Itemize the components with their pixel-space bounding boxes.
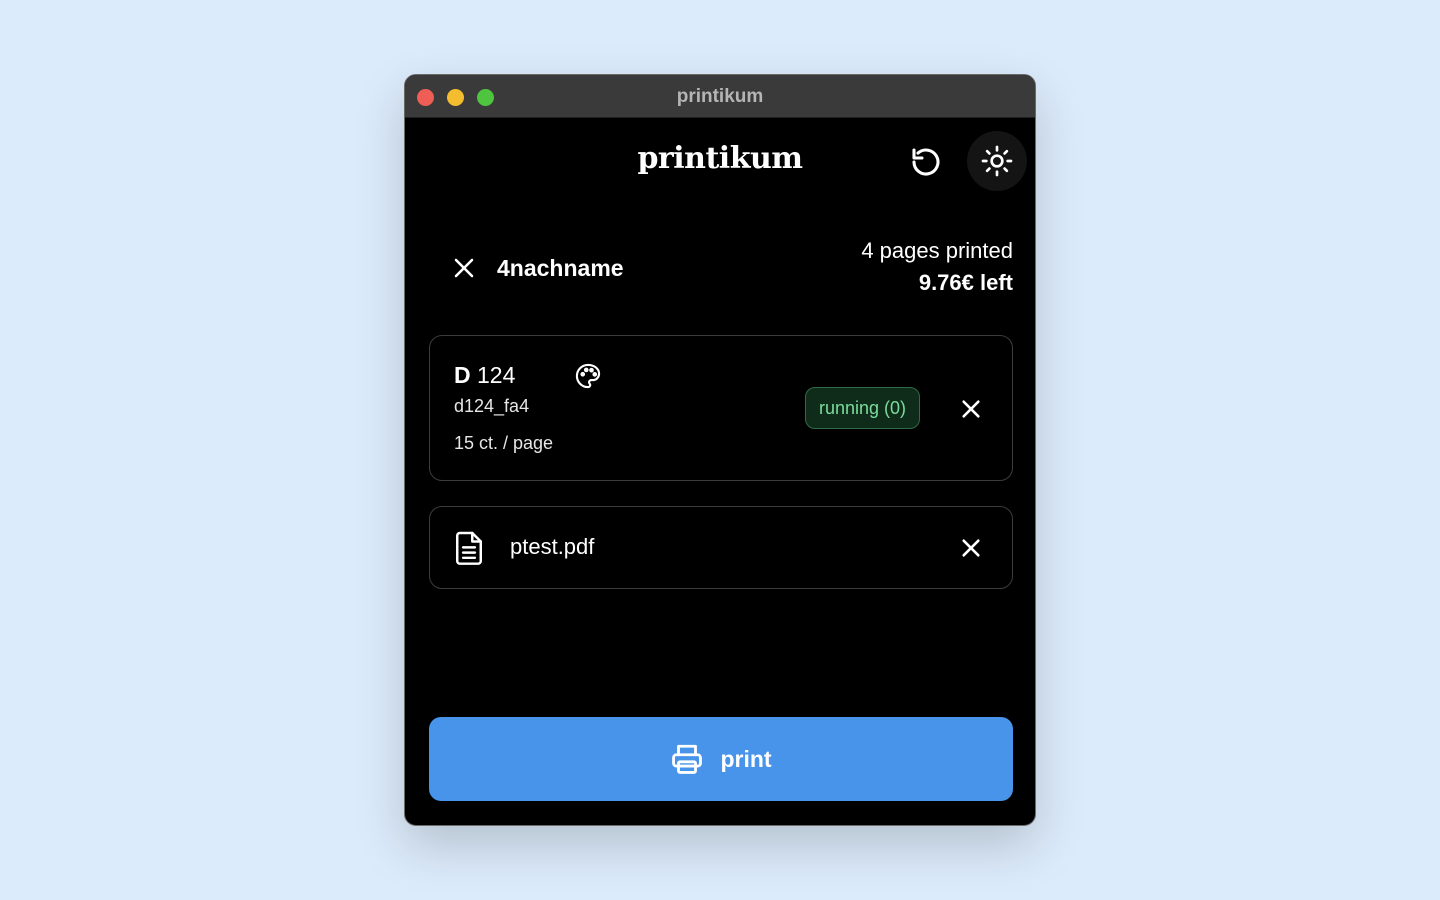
close-icon: [454, 258, 474, 278]
print-button[interactable]: print: [429, 717, 1013, 801]
remove-file-button[interactable]: [954, 531, 988, 565]
reload-button[interactable]: [903, 139, 949, 185]
title-bar: printikum: [405, 75, 1035, 118]
printer-name-prefix: D: [454, 362, 471, 388]
account-stats: 4 pages printed 9.76€ left: [861, 235, 1013, 299]
printer-card[interactable]: D 124 d124_fa4 15 ct. / page running (0): [429, 335, 1013, 481]
status-badge: running (0): [805, 387, 921, 429]
reload-icon: [912, 148, 940, 176]
printer-icon: [672, 744, 703, 774]
theme-toggle-button[interactable]: [967, 131, 1027, 191]
printer-name: D 124: [454, 362, 515, 389]
file-name: ptest.pdf: [510, 534, 595, 559]
sun-icon: [981, 145, 1013, 177]
balance: 9.76€ left: [918, 270, 1013, 295]
logout-button[interactable]: [449, 253, 479, 283]
app-window: printikum printikum 4nachname 4 pages pr…: [404, 74, 1036, 826]
file-text-icon: [455, 531, 483, 565]
printer-price: 15 ct. / page: [454, 433, 554, 453]
close-icon: [962, 400, 980, 418]
remove-printer-button[interactable]: [954, 392, 988, 426]
window-title: printikum: [676, 86, 764, 107]
palette-icon: [575, 363, 601, 389]
user-row: 4nachname 4 pages printed 9.76€ left: [449, 235, 1013, 305]
file-card[interactable]: ptest.pdf: [429, 506, 1013, 589]
close-icon: [962, 539, 980, 557]
username: 4nachname: [497, 255, 624, 281]
printer-id: d124_fa4: [454, 396, 530, 416]
printer-name-number: 124: [477, 362, 516, 388]
print-button-label: print: [720, 745, 772, 772]
pages-printed: 4 pages printed: [861, 238, 1013, 263]
